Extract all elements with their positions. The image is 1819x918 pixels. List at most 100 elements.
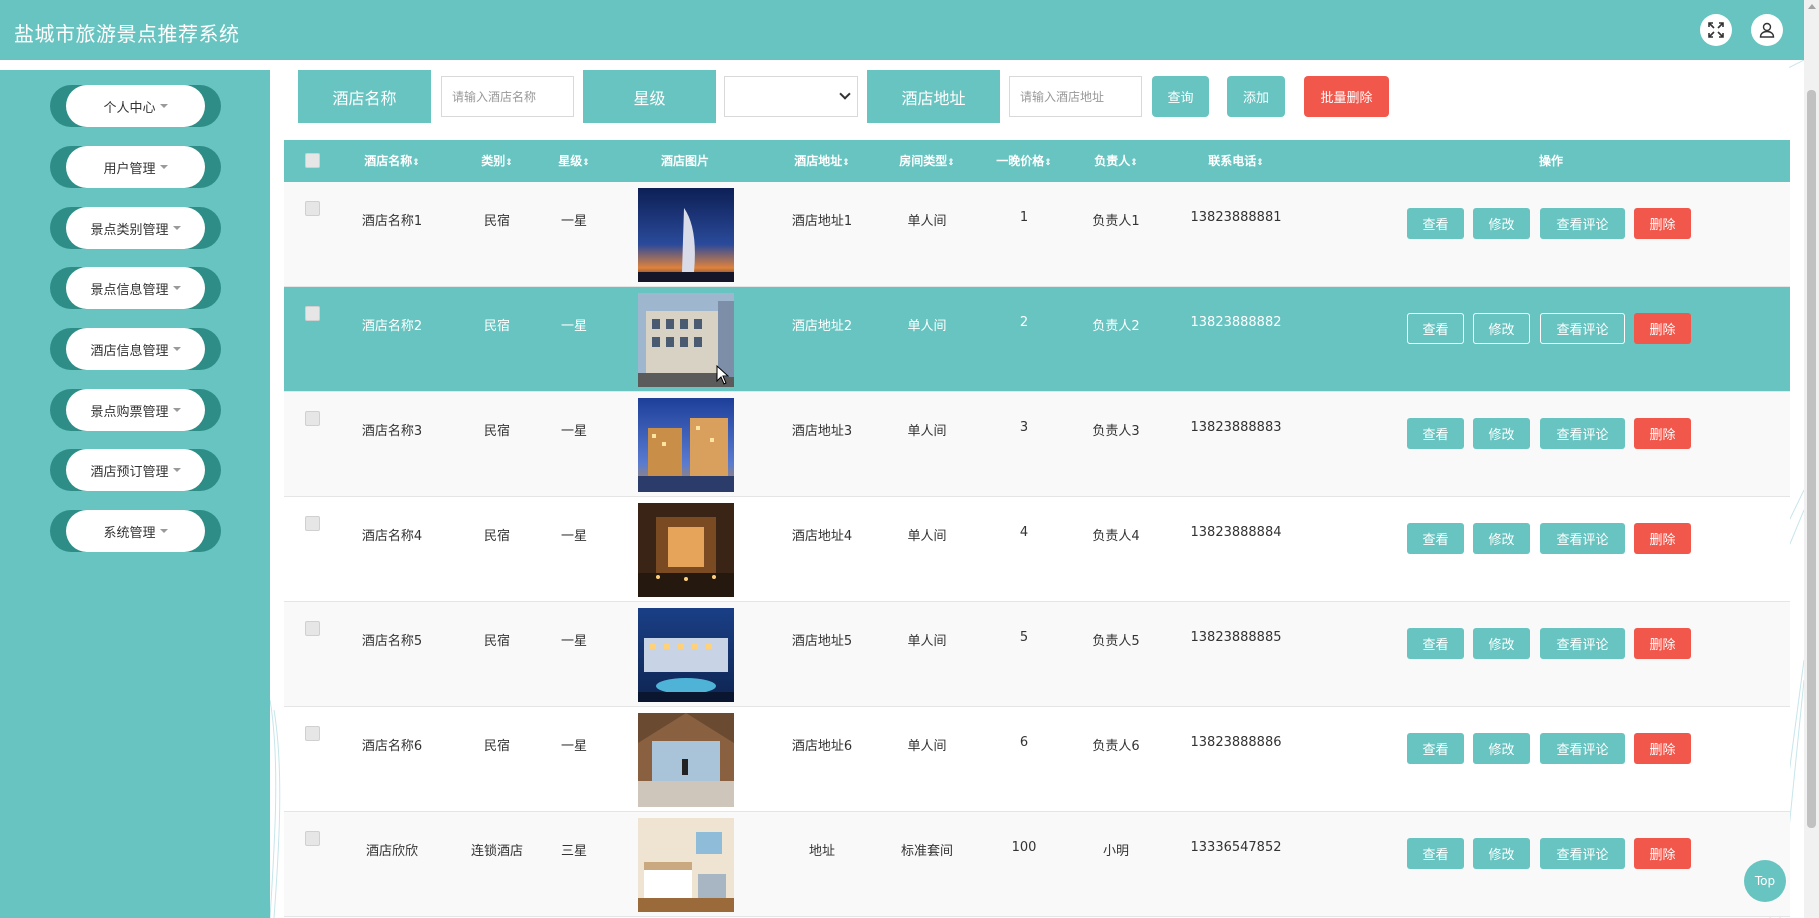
- scroll-up-arrow-icon[interactable]: [1807, 4, 1816, 9]
- column-header-actions: 操作: [1538, 154, 1564, 168]
- sidebar-item-users[interactable]: 用户管理: [50, 146, 221, 188]
- delete-button[interactable]: 删除: [1634, 523, 1691, 554]
- view-reviews-button[interactable]: 查看评论: [1540, 838, 1625, 869]
- sidebar-item-ticket[interactable]: 景点购票管理: [50, 389, 221, 431]
- view-reviews-button[interactable]: 查看评论: [1540, 733, 1625, 764]
- row-checkbox[interactable]: [305, 306, 320, 321]
- hotel-name-cell: 酒店名称4: [361, 529, 423, 544]
- category-cell: 民宿: [483, 214, 511, 229]
- sort-icon: ⇕: [582, 158, 590, 168]
- sidebar-item-label: 酒店信息管理: [90, 343, 169, 359]
- sidebar-item-hotel-info[interactable]: 酒店信息管理: [50, 328, 221, 370]
- delete-button[interactable]: 删除: [1634, 838, 1691, 869]
- sidebar-item-scenic-category[interactable]: 景点类别管理: [50, 207, 221, 249]
- edit-button[interactable]: 修改: [1473, 313, 1530, 344]
- hotel-image: [638, 398, 734, 492]
- caret-down-icon: [159, 104, 168, 108]
- delete-button[interactable]: 删除: [1634, 208, 1691, 239]
- room-type-cell: 单人间: [907, 214, 947, 229]
- scrollbar-thumb[interactable]: [1807, 90, 1816, 828]
- address-cell: 酒店地址3: [791, 424, 853, 439]
- row-checkbox[interactable]: [305, 516, 320, 531]
- view-reviews-button[interactable]: 查看评论: [1540, 628, 1625, 659]
- view-button[interactable]: 查看: [1407, 733, 1464, 764]
- room-type-cell: 单人间: [907, 739, 947, 754]
- view-button[interactable]: 查看: [1407, 313, 1464, 344]
- edit-button[interactable]: 修改: [1473, 838, 1530, 869]
- sidebar-item-scenic-info[interactable]: 景点信息管理: [50, 267, 221, 309]
- app-title: 盐城市旅游景点推荐系统: [14, 22, 240, 46]
- sidebar-item-hotel-booking[interactable]: 酒店预订管理: [50, 449, 221, 491]
- query-button[interactable]: 查询: [1152, 76, 1209, 117]
- column-header-manager[interactable]: 负责人⇕: [1094, 140, 1138, 182]
- view-reviews-button[interactable]: 查看评论: [1540, 313, 1625, 344]
- view-button[interactable]: 查看: [1407, 838, 1464, 869]
- mouse-cursor-icon: [716, 365, 730, 385]
- back-to-top-button[interactable]: Top: [1744, 860, 1786, 902]
- star-cell: 一星: [560, 424, 588, 439]
- table-row: 酒店名称3 民宿 一星 酒店地址3 单人间 3 负责人3 13823888883…: [284, 392, 1790, 497]
- user-button[interactable]: [1751, 14, 1783, 46]
- view-reviews-button[interactable]: 查看评论: [1540, 418, 1625, 449]
- column-header-room[interactable]: 房间类型⇕: [899, 140, 955, 182]
- sidebar-item-label: 个人中心: [103, 100, 156, 116]
- user-icon: [1759, 22, 1775, 38]
- manager-cell: 负责人4: [1092, 529, 1140, 544]
- row-checkbox[interactable]: [305, 831, 320, 846]
- column-header-star[interactable]: 星级⇕: [558, 140, 590, 182]
- table-row: 酒店名称6 民宿 一星 酒店地址6 单人间 6 负责人6 13823888886…: [284, 707, 1790, 812]
- hotel-name-input[interactable]: 请输入酒店名称: [441, 76, 574, 117]
- sidebar: 个人中心 用户管理 景点类别管理 景点信息管理 酒店信息管理 景点购票管理 酒店…: [0, 70, 270, 918]
- row-checkbox[interactable]: [305, 411, 320, 426]
- batch-delete-button[interactable]: 批量删除: [1304, 76, 1389, 117]
- column-header-price[interactable]: 一晚价格⇕: [996, 140, 1052, 182]
- edit-button[interactable]: 修改: [1473, 628, 1530, 659]
- sidebar-item-personal-center[interactable]: 个人中心: [50, 85, 221, 127]
- row-checkbox[interactable]: [305, 201, 320, 216]
- address-cell: 酒店地址1: [791, 214, 853, 229]
- row-checkbox[interactable]: [305, 621, 320, 636]
- address-cell: 酒店地址2: [791, 319, 853, 334]
- delete-button[interactable]: 删除: [1634, 418, 1691, 449]
- column-header-name[interactable]: 酒店名称⇕: [364, 140, 420, 182]
- view-button[interactable]: 查看: [1407, 208, 1464, 239]
- view-reviews-button[interactable]: 查看评论: [1540, 208, 1625, 239]
- view-reviews-button[interactable]: 查看评论: [1540, 523, 1625, 554]
- view-button[interactable]: 查看: [1407, 628, 1464, 659]
- table-header: 酒店名称⇕ 类别⇕ 星级⇕ 酒店图片 酒店地址⇕ 房间类型⇕ 一晚价格⇕ 负责人…: [284, 140, 1790, 182]
- caret-down-icon: [172, 226, 181, 230]
- delete-button[interactable]: 删除: [1634, 733, 1691, 764]
- room-type-cell: 单人间: [907, 424, 947, 439]
- sidebar-item-label: 景点类别管理: [90, 222, 169, 238]
- column-header-category[interactable]: 类别⇕: [481, 140, 513, 182]
- price-cell: 100: [1011, 840, 1037, 855]
- add-button[interactable]: 添加: [1227, 76, 1285, 117]
- hotel-address-input[interactable]: 请输入酒店地址: [1009, 76, 1142, 117]
- edit-button[interactable]: 修改: [1473, 418, 1530, 449]
- delete-button[interactable]: 删除: [1634, 313, 1691, 344]
- star-cell: 一星: [560, 319, 588, 334]
- edit-button[interactable]: 修改: [1473, 733, 1530, 764]
- view-button[interactable]: 查看: [1407, 418, 1464, 449]
- phone-cell: 13336547852: [1190, 840, 1282, 855]
- category-cell: 民宿: [483, 424, 511, 439]
- room-type-cell: 单人间: [907, 634, 947, 649]
- star-cell: 一星: [560, 214, 588, 229]
- category-cell: 民宿: [483, 529, 511, 544]
- hotel-address-label: 酒店地址: [867, 70, 1000, 123]
- column-header-phone[interactable]: 联系电话⇕: [1208, 140, 1264, 182]
- sidebar-item-system[interactable]: 系统管理: [50, 510, 221, 552]
- fullscreen-button[interactable]: [1700, 14, 1732, 46]
- manager-cell: 负责人5: [1092, 634, 1140, 649]
- view-button[interactable]: 查看: [1407, 523, 1464, 554]
- edit-button[interactable]: 修改: [1473, 523, 1530, 554]
- column-header-address[interactable]: 酒店地址⇕: [794, 140, 850, 182]
- select-all-checkbox[interactable]: [305, 153, 320, 168]
- star-select[interactable]: [724, 76, 858, 117]
- caret-down-icon: [172, 347, 181, 351]
- row-checkbox[interactable]: [305, 726, 320, 741]
- delete-button[interactable]: 删除: [1634, 628, 1691, 659]
- edit-button[interactable]: 修改: [1473, 208, 1530, 239]
- hotel-name-cell: 酒店名称6: [361, 739, 423, 754]
- manager-cell: 小明: [1102, 844, 1130, 859]
